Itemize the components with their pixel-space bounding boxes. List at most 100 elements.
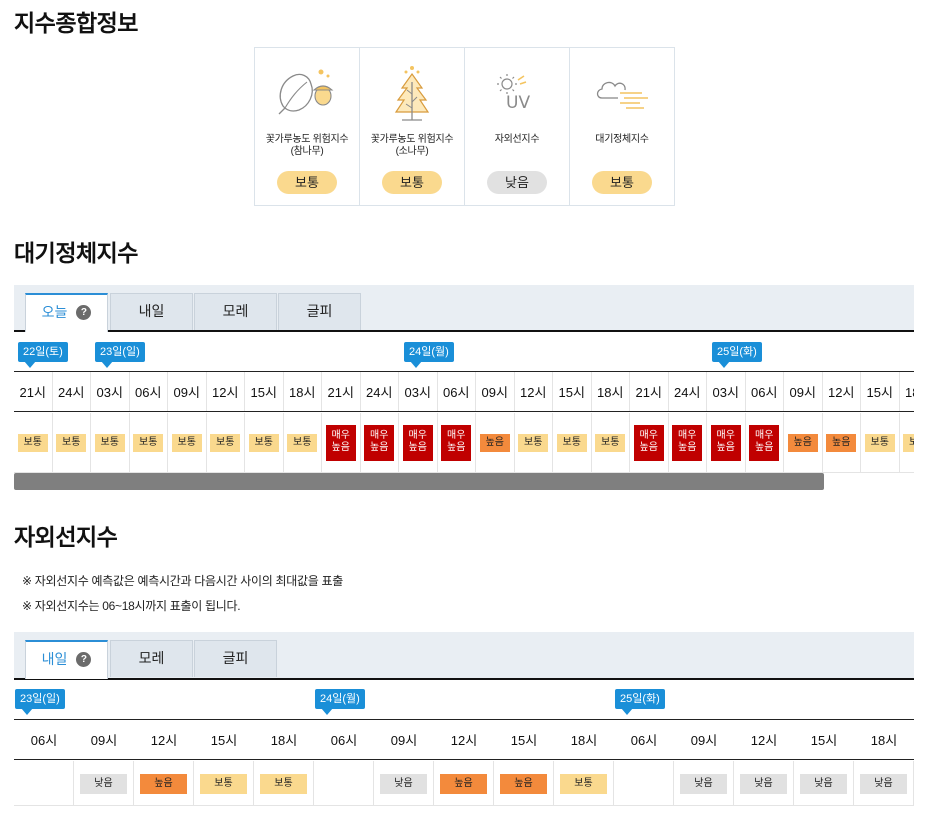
level-tag: 낮음	[380, 773, 427, 794]
level-tag: 매우 높음	[710, 425, 741, 461]
hour-cell: 12시	[515, 372, 553, 411]
level-tag: 높음	[440, 773, 487, 794]
level-tag: 보통	[56, 434, 87, 452]
value-cell: 보통	[861, 413, 900, 472]
stagnation-tabbar: 오늘? 내일 모레 글피	[14, 285, 914, 332]
hour-cell: 06시	[438, 372, 476, 411]
value-cell: 매우 높음	[438, 413, 476, 472]
value-cell: 낮음	[854, 761, 914, 806]
level-tag: 보통	[248, 434, 279, 452]
level-tag: 낮음	[860, 773, 907, 794]
level-tag: 매우 높음	[633, 425, 664, 461]
hour-cell: 21시	[322, 372, 361, 411]
level-tag: 높음	[479, 434, 510, 452]
card-uv[interactable]: UV 자외선지수 낮음	[465, 48, 570, 205]
level-tag: 보통	[287, 434, 318, 452]
value-cell: 높음	[823, 413, 861, 472]
level-tag: 높음	[787, 434, 818, 452]
hour-cell: 06시	[746, 372, 784, 411]
card-stagnation[interactable]: 대기정체지수 보통	[570, 48, 674, 205]
hour-cell: 12시	[750, 733, 778, 748]
value-cell: 보통	[14, 413, 53, 472]
level-tag: 낮음	[800, 773, 847, 794]
tab-label: 내일	[41, 651, 68, 667]
hour-cell: 15시	[510, 733, 538, 748]
help-icon[interactable]: ?	[76, 304, 92, 320]
uv-title: 자외선지수	[14, 524, 118, 550]
hour-cell: 24시	[361, 372, 399, 411]
value-cell: 낮음	[74, 761, 134, 806]
hour-cell: 21시	[14, 372, 53, 411]
tab-two-days-after[interactable]: 글피	[194, 640, 277, 677]
tab-two-days-after[interactable]: 글피	[278, 293, 361, 330]
hour-cell: 06시	[330, 733, 358, 748]
value-cell: 보통	[554, 761, 614, 806]
date-flag: 22일(토)	[18, 342, 68, 368]
value-cell: 보통	[245, 413, 284, 472]
level-tag: 매우 높음	[672, 425, 703, 461]
tab-tomorrow[interactable]: 내일?	[25, 640, 108, 679]
hour-cell: 18시	[900, 372, 914, 411]
value-cell: 보통	[194, 761, 254, 806]
value-cell: 낮음	[674, 761, 734, 806]
value-cell: 매우 높음	[669, 413, 707, 472]
horizontal-scrollbar[interactable]	[14, 473, 824, 490]
hour-cell: 18시	[570, 733, 598, 748]
hour-row: 21시 24시 03시 06시 09시 12시 15시 18시 21시 24시 03시 06시 09시 1…	[14, 372, 914, 412]
help-icon[interactable]: ?	[76, 651, 92, 667]
hour-cell: 06시	[130, 372, 168, 411]
value-cell: 높음	[784, 413, 823, 472]
hour-cell: 12시	[207, 372, 245, 411]
level-tag: 매우 높음	[325, 425, 356, 461]
summary-title: 지수종합정보	[14, 10, 138, 36]
tab-day-after[interactable]: 모레	[110, 640, 193, 677]
hour-cell: 24시	[669, 372, 707, 411]
level-tag: 매우 높음	[402, 425, 433, 461]
value-cell: 높음	[494, 761, 554, 806]
uv-sun-icon: UV	[465, 62, 569, 122]
value-cell: 낮음	[794, 761, 854, 806]
card-status-badge: 보통	[277, 171, 337, 194]
hour-cell: 09시	[168, 372, 207, 411]
tab-tomorrow[interactable]: 내일	[110, 293, 193, 330]
card-label: 자외선지수	[494, 134, 540, 145]
value-cell: 매우 높음	[630, 413, 669, 472]
card-pine-pollen[interactable]: 꽃가루농도 위험지수 (소나무) 보통	[360, 48, 465, 205]
value-cell: 보통	[515, 413, 553, 472]
value-cell: 보통	[254, 761, 314, 806]
value-row: 낮음 높음 보통 보통 낮음 높음 높음 보통 낮음 낮음 낮음 낮음	[14, 761, 914, 806]
value-cell: 보통	[130, 413, 168, 472]
date-flag: 23일(일)	[15, 689, 65, 715]
card-status-badge: 보통	[382, 171, 442, 194]
hour-cell: 15시	[553, 372, 592, 411]
hour-cell: 09시	[690, 733, 718, 748]
hour-cell: 03시	[399, 372, 438, 411]
level-tag: 보통	[200, 773, 247, 794]
hour-cell: 09시	[90, 733, 118, 748]
card-label: 대기정체지수	[595, 134, 649, 145]
index-summary-cards: 꽃가루농도 위험지수 (참나무) 보통 꽃가루농도 위험지수 (소나무) 보통	[254, 47, 675, 206]
value-cell: 보통	[91, 413, 130, 472]
level-tag: 낮음	[680, 773, 727, 794]
level-tag: 보통	[260, 773, 307, 794]
level-tag: 보통	[903, 434, 914, 452]
stagnation-title: 대기정체지수	[14, 240, 138, 266]
date-flag: 25일(화)	[712, 342, 762, 368]
value-cell: 낮음	[734, 761, 794, 806]
hour-cell: 18시	[284, 372, 322, 411]
level-tag: 보통	[560, 773, 607, 794]
tab-today[interactable]: 오늘?	[25, 293, 108, 332]
hour-cell: 24시	[53, 372, 91, 411]
level-tag: 보통	[133, 434, 164, 452]
date-flag: 24일(월)	[315, 689, 365, 715]
uv-hourly-table: 06시 09시 12시 15시 18시 06시 09시 12시 15시 18시 06시 09시 12시 1…	[14, 719, 914, 806]
hour-cell: 06시	[630, 733, 658, 748]
level-tag: 보통	[94, 434, 125, 452]
card-oak-pollen[interactable]: 꽃가루농도 위험지수 (참나무) 보통	[255, 48, 360, 205]
level-tag: 보통	[864, 434, 895, 452]
value-cell: 보통	[168, 413, 207, 472]
svg-text:UV: UV	[506, 93, 530, 113]
tab-day-after[interactable]: 모레	[194, 293, 277, 330]
level-tag: 보통	[518, 434, 549, 452]
value-cell: 보통	[207, 413, 245, 472]
